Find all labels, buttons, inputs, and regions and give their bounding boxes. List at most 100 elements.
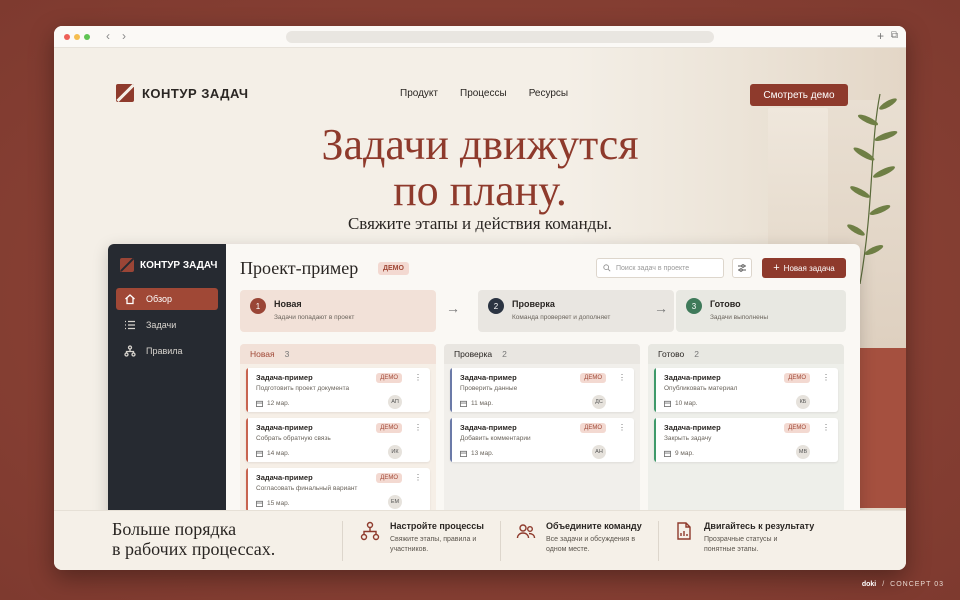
app-main: Проект-пример ДЕМО Поиск задач в проекте… (226, 244, 860, 526)
browser-window: ‹ › + ⧉ КОНТУР ЗАДАЧ Продукт Процессы Ре… (54, 26, 906, 570)
sidebar-item-tasks[interactable]: Задачи (116, 314, 218, 336)
stage-desc: Задачи выполнены (710, 314, 769, 321)
task-card[interactable]: Задача-пример ДЕМО ⋮ Проверить данные 11… (450, 368, 634, 412)
features-title-line-2: в рабочих процессах. (112, 539, 276, 559)
sidebar-item-label: Правила (146, 346, 183, 356)
forward-icon[interactable]: › (122, 29, 126, 43)
card-badge: ДЕМО (376, 423, 402, 433)
card-desc: Подготовить проект документа (256, 385, 350, 392)
stage-title: Проверка (512, 299, 555, 309)
card-accent (450, 368, 452, 412)
card-badge: ДЕМО (376, 473, 402, 483)
card-badge: ДЕМО (580, 373, 606, 383)
more-icon[interactable]: ⋮ (618, 373, 626, 382)
address-bar[interactable] (286, 31, 714, 43)
avatar[interactable]: МВ (796, 445, 810, 459)
divider (342, 521, 343, 561)
list-icon (125, 320, 135, 330)
back-icon[interactable]: ‹ (106, 29, 110, 43)
more-icon[interactable]: ⋮ (618, 423, 626, 432)
board-column: Готово 2 Задача-пример ДЕМО ⋮ Опубликова… (648, 344, 844, 520)
stage-desc: Команда проверяет и дополняет (512, 314, 611, 321)
more-icon[interactable]: ⋮ (414, 373, 422, 382)
card-accent (654, 418, 656, 462)
flow-icon (360, 521, 380, 541)
feature-processes: Настройте процессы Свяжите этапы, правила… (360, 521, 490, 555)
calendar-icon (664, 450, 671, 457)
feature-desc: Все задачи и обсуждения в одном месте. (546, 536, 636, 553)
column-title: Новая (250, 349, 275, 359)
avatar[interactable]: АП (388, 395, 402, 409)
divider (658, 521, 659, 561)
card-accent (654, 368, 656, 412)
card-badge: ДЕМО (580, 423, 606, 433)
calendar-icon (460, 400, 467, 407)
stage-number: 3 (686, 298, 702, 314)
stage-card[interactable]: 1 Новая Задачи попадают в проект (240, 290, 436, 332)
card-date: 14 мар. (256, 450, 290, 457)
task-card[interactable]: Задача-пример ДЕМО ⋮ Закрыть задачу 9 ма… (654, 418, 838, 462)
minimize-dot[interactable] (74, 34, 80, 40)
task-card[interactable]: Задача-пример ДЕМО ⋮ Собрать обратную св… (246, 418, 430, 462)
sidebar-item-rules[interactable]: Правила (116, 340, 218, 362)
nav-link-processes[interactable]: Процессы (460, 88, 507, 99)
task-card[interactable]: Задача-пример ДЕМО ⋮ Добавить комментари… (450, 418, 634, 462)
search-input[interactable]: Поиск задач в проекте (596, 258, 724, 278)
board-column: Новая 3 Задача-пример ДЕМО ⋮ Подготовить… (240, 344, 436, 520)
column-count: 3 (284, 349, 290, 359)
card-title: Задача-пример (256, 423, 313, 432)
more-icon[interactable]: ⋮ (414, 473, 422, 482)
app-brand-name: КОНТУР ЗАДАЧ (140, 259, 218, 271)
stage-title: Готово (710, 299, 741, 309)
site-brand[interactable]: КОНТУР ЗАДАЧ (116, 84, 249, 102)
avatar[interactable]: ДС (592, 395, 606, 409)
filter-button[interactable] (732, 258, 752, 278)
card-accent (246, 418, 248, 462)
card-date-text: 12 мар. (267, 400, 290, 407)
card-title: Задача-пример (460, 423, 517, 432)
logo-icon (116, 84, 134, 102)
tabs-icon[interactable]: ⧉ (891, 30, 898, 41)
calendar-icon (256, 400, 263, 407)
sidebar-item-overview[interactable]: Обзор (116, 288, 218, 310)
column-count: 2 (502, 349, 507, 359)
new-tab-icon[interactable]: + (877, 29, 884, 43)
search-icon (603, 264, 611, 272)
task-card[interactable]: Задача-пример ДЕМО ⋮ Опубликовать матери… (654, 368, 838, 412)
top-nav: Продукт Процессы Ресурсы (400, 88, 568, 99)
app-brand: КОНТУР ЗАДАЧ (120, 258, 217, 272)
avatar[interactable]: КБ (796, 395, 810, 409)
stage-card[interactable]: 3 Готово Задачи выполнены (676, 290, 846, 332)
brand-name: КОНТУР ЗАДАЧ (142, 85, 249, 101)
nav-link-resources[interactable]: Ресурсы (529, 88, 568, 99)
more-icon[interactable]: ⋮ (822, 373, 830, 382)
more-icon[interactable]: ⋮ (822, 423, 830, 432)
card-date: 10 мар. (664, 400, 698, 407)
stage-card[interactable]: 2 Проверка Команда проверяет и дополняет (478, 290, 674, 332)
card-badge: ДЕМО (784, 423, 810, 433)
watch-demo-button[interactable]: Смотреть демо (750, 84, 848, 106)
avatar[interactable]: АН (592, 445, 606, 459)
card-title: Задача-пример (664, 373, 721, 382)
team-icon (516, 524, 536, 539)
sidebar-item-label: Обзор (146, 294, 172, 304)
avatar[interactable]: ЕМ (388, 495, 402, 509)
close-dot[interactable] (64, 34, 70, 40)
footer-brand: doki (861, 581, 877, 588)
nav-link-product[interactable]: Продукт (400, 88, 438, 99)
more-icon[interactable]: ⋮ (414, 423, 422, 432)
report-icon (677, 522, 691, 540)
stage-desc: Задачи попадают в проект (274, 314, 355, 321)
stage-number: 1 (250, 298, 266, 314)
flow-icon (124, 345, 136, 357)
maximize-dot[interactable] (84, 34, 90, 40)
card-desc: Закрыть задачу (664, 435, 712, 442)
features-title: Больше порядка в рабочих процессах. (112, 519, 275, 559)
column-title: Проверка (454, 349, 493, 359)
arrow-right-icon: → (446, 300, 460, 316)
new-task-button[interactable]: + Новая задача (762, 258, 846, 278)
avatar[interactable]: ИК (388, 445, 402, 459)
feature-desc: Прозрачные статусы и понятные этапы. (704, 536, 778, 553)
task-card[interactable]: Задача-пример ДЕМО ⋮ Подготовить проект … (246, 368, 430, 412)
task-card[interactable]: Задача-пример ДЕМО ⋮ Согласовать финальн… (246, 468, 430, 512)
